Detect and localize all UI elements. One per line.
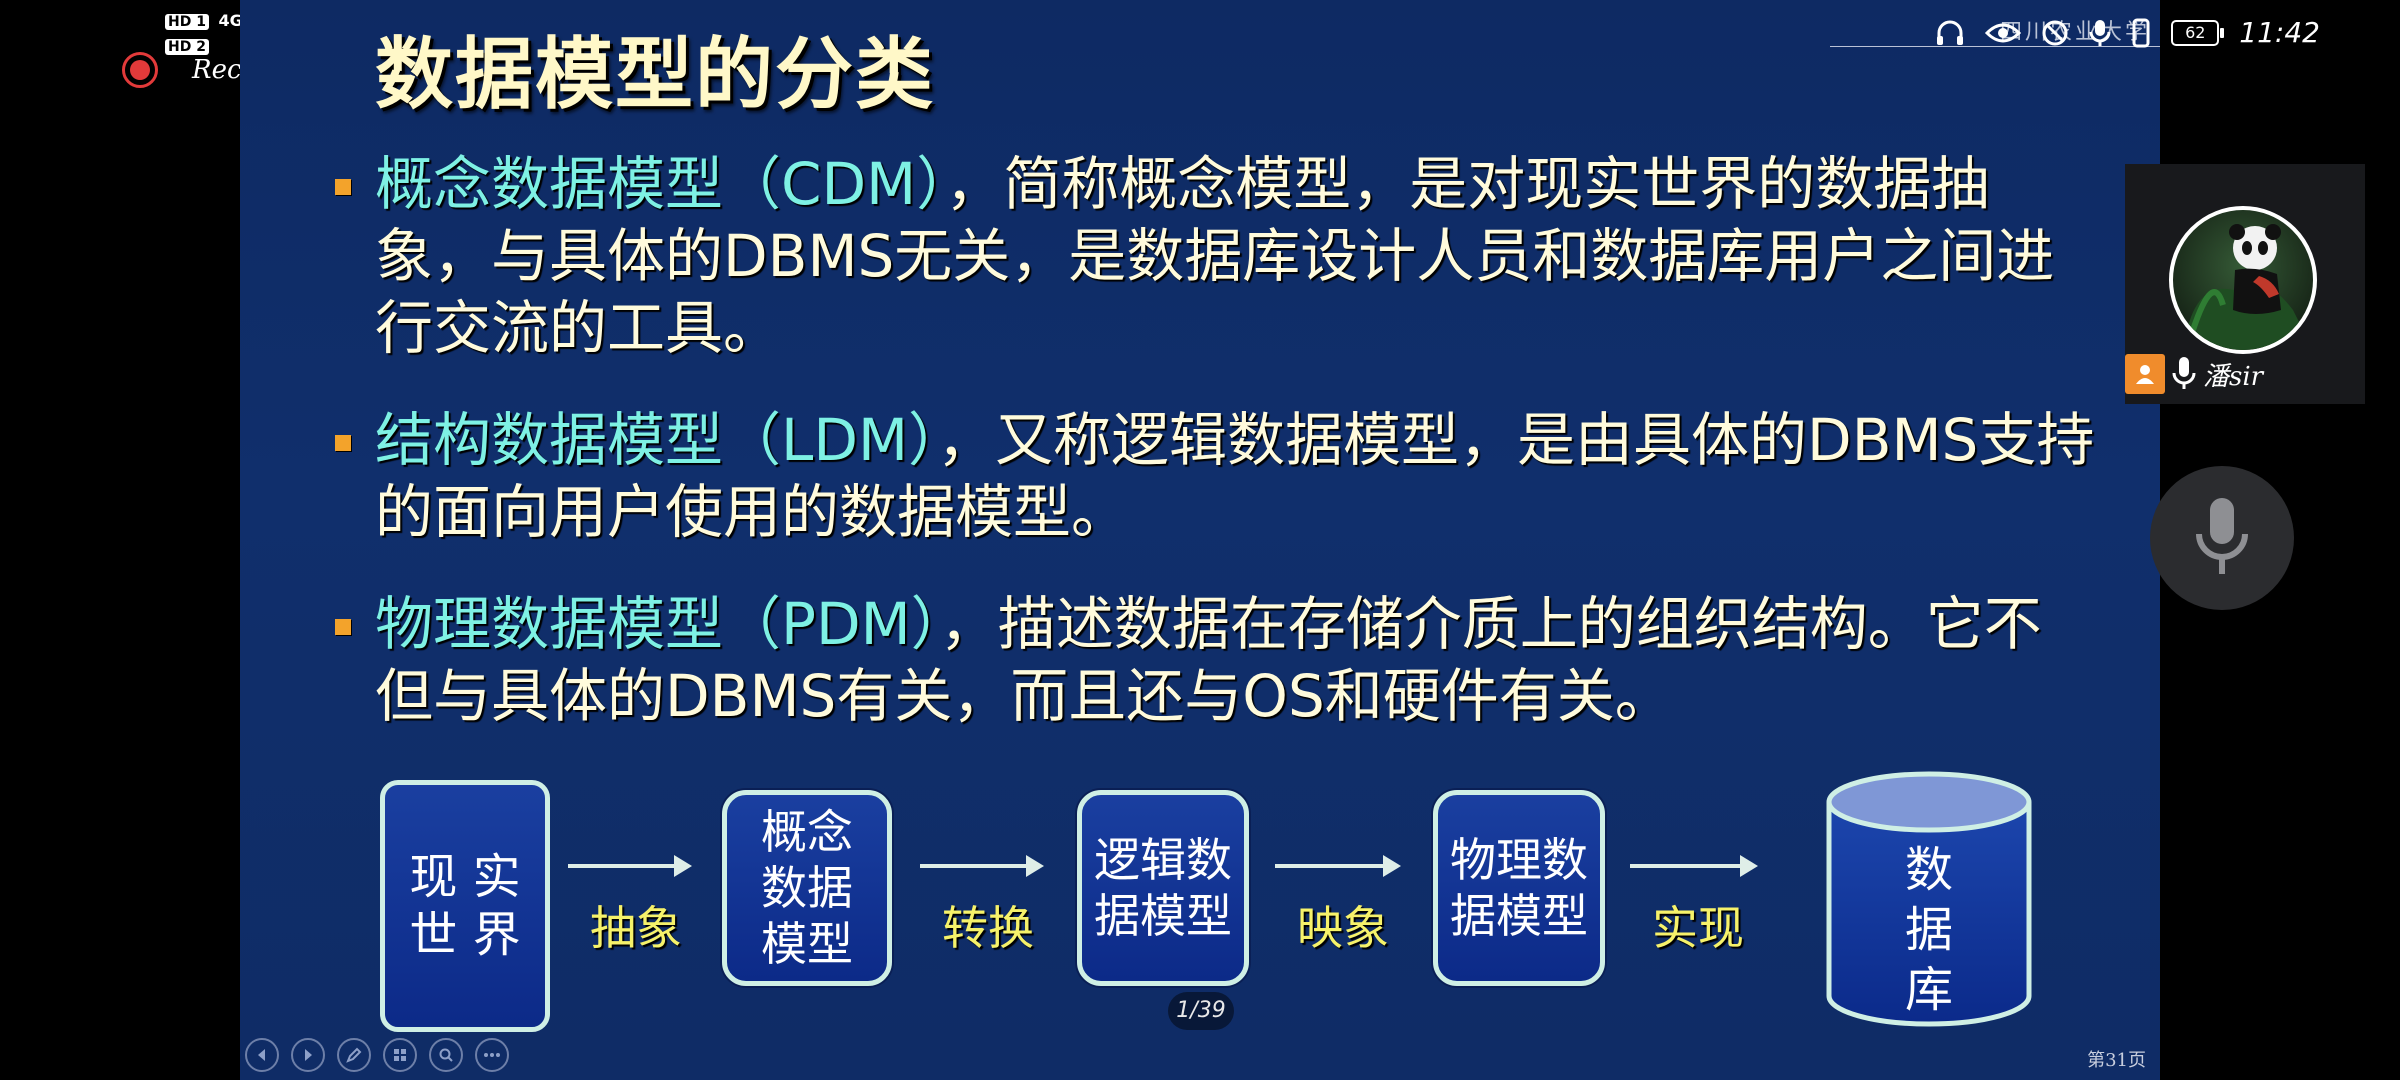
participant-name: 潘sir — [2203, 361, 2264, 392]
status-clock: 11:42 — [2239, 16, 2320, 49]
pen-icon — [346, 1047, 362, 1063]
node-text: 物理数 — [1450, 833, 1588, 887]
node-real-world: 现 实 世 界 — [380, 780, 550, 1032]
presentation-slide: 数据模型的分类 四川农业大学 概念数据模型（CDM），简称概念模型，是对现实世界… — [240, 0, 2160, 1080]
node-text: 界 — [472, 907, 521, 963]
slide-page-number: 第31页 — [2087, 1050, 2146, 1071]
microphone-status-icon — [2089, 19, 2111, 46]
phone-icon — [2132, 18, 2150, 47]
connector-label: 转换 — [942, 901, 1034, 955]
connector-label: 实现 — [1652, 901, 1744, 955]
bullet-marker-icon — [335, 179, 351, 195]
node-conceptual-model: 概念 数据 模型 — [722, 790, 892, 986]
node-text: 现 — [409, 849, 458, 905]
node-text: 据模型 — [1450, 889, 1588, 943]
arrow-convert — [920, 855, 1044, 877]
node-text: 概念 — [761, 805, 853, 859]
page-indicator: 1/39 — [1168, 992, 1234, 1030]
panda-avatar-icon — [2183, 224, 2313, 350]
node-logical-model: 逻辑数 据模型 — [1077, 790, 1249, 986]
next-slide-button[interactable] — [291, 1038, 325, 1072]
bullet-term: 概念数据模型（CDM） — [375, 150, 946, 218]
hd1-badge: HD 1 — [165, 14, 209, 30]
participant-video-tile[interactable]: 潘sir — [2125, 164, 2365, 404]
node-text: 逻辑数 — [1094, 833, 1232, 887]
magnifier-icon — [439, 1048, 453, 1062]
arrow-left-icon — [258, 1049, 265, 1061]
node-text: 实 — [472, 849, 521, 905]
bullet-marker-icon — [335, 435, 351, 451]
user-glyph-icon — [2136, 365, 2154, 384]
connector-label: 抽象 — [590, 901, 682, 955]
node-text: 世 — [409, 907, 458, 963]
bullet-list: 概念数据模型（CDM），简称概念模型，是对现实世界的数据抽象，与具体的DBMS无… — [335, 148, 2095, 772]
participant-avatar — [2169, 206, 2317, 354]
arrow-map — [1275, 855, 1401, 877]
node-text: 据模型 — [1094, 889, 1232, 943]
arrow-implement — [1630, 855, 1758, 877]
slide-title: 数据模型的分类 — [375, 30, 936, 120]
node-text: 数 — [1904, 842, 1953, 898]
more-dots-icon — [484, 1053, 500, 1057]
do-not-disturb-icon — [2042, 20, 2068, 45]
record-icon — [122, 52, 158, 88]
participant-mic-icon — [2172, 357, 2196, 389]
grid-icon — [394, 1049, 406, 1061]
bullet-pdm: 物理数据模型（PDM），描述数据在存储介质上的组织结构。它不但与具体的DBMS有… — [335, 588, 2095, 732]
node-text: 据 — [1904, 902, 1953, 958]
pen-tool-button[interactable] — [337, 1038, 371, 1072]
microphone-icon — [2196, 498, 2248, 574]
bullet-marker-icon — [335, 619, 351, 635]
node-text: 数据 — [761, 861, 853, 915]
status-bar-right: 62 11:42 — [1935, 16, 2320, 49]
connector-label: 映象 — [1297, 901, 1389, 955]
slide-overview-button[interactable] — [383, 1038, 417, 1072]
database-label: 数 据 库 — [1825, 840, 2033, 1020]
person-icon — [2125, 354, 2165, 394]
more-options-button[interactable] — [475, 1038, 509, 1072]
arrow-right-icon — [305, 1049, 312, 1061]
model-flow-diagram: 现 实 世 界 抽象 概念 数据 模型 转换 逻辑数 据模型 映象 物理数 据模… — [380, 770, 2100, 1032]
bullet-ldm: 结构数据模型（LDM），又称逻辑数据模型，是由具体的DBMS支持的面向用户使用的… — [335, 404, 2095, 548]
node-text: 库 — [1904, 962, 1953, 1018]
node-text: 模型 — [761, 917, 853, 971]
bullet-cdm: 概念数据模型（CDM），简称概念模型，是对现实世界的数据抽象，与具体的DBMS无… — [335, 148, 2095, 364]
previous-slide-button[interactable] — [245, 1038, 279, 1072]
node-database: 数 据 库 — [1825, 770, 2033, 1028]
microphone-toggle-button[interactable] — [2150, 466, 2294, 610]
battery-icon: 62 — [2171, 19, 2225, 46]
bullet-term: 物理数据模型（PDM） — [375, 590, 940, 658]
node-physical-model: 物理数 据模型 — [1433, 790, 1605, 986]
bullet-term: 结构数据模型（LDM） — [375, 406, 938, 474]
arrow-abstract — [568, 855, 692, 877]
zoom-button[interactable] — [429, 1038, 463, 1072]
participant-bar: 潘sir — [2125, 354, 2263, 394]
eye-icon — [1985, 23, 2022, 42]
slide-toolbar — [245, 1038, 509, 1072]
headphones-icon — [1937, 20, 1964, 45]
